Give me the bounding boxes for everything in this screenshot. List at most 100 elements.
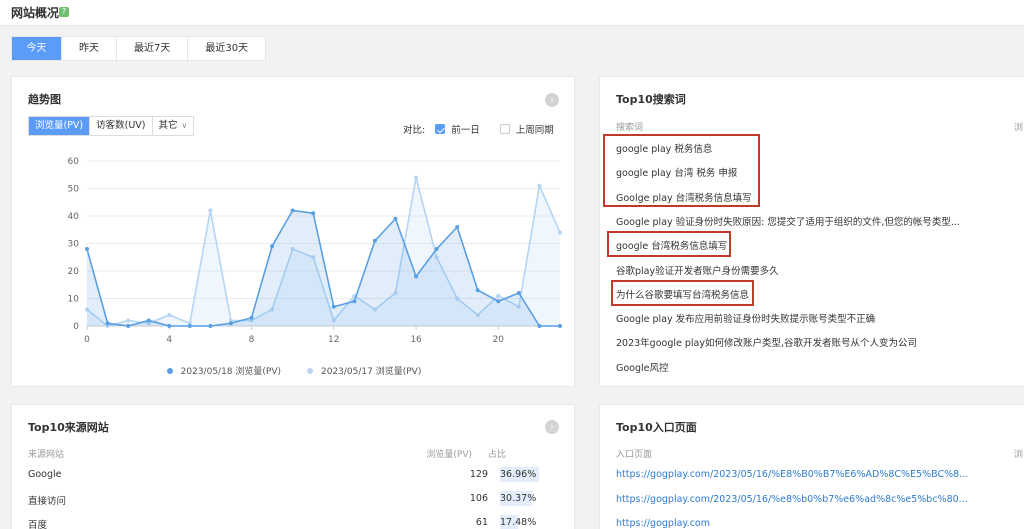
highlight-box	[607, 231, 731, 257]
data-point	[352, 299, 357, 304]
question-icon[interactable]: ?	[59, 7, 69, 17]
keyword-item[interactable]: 谷歌play验证开发者账户身份需要多久	[616, 263, 779, 277]
chevron-right-icon[interactable]: ›	[545, 420, 559, 434]
tab-yesterday[interactable]: 昨天	[62, 37, 117, 60]
data-point	[496, 293, 501, 298]
views-column-header: 浏	[1014, 123, 1024, 133]
table-row[interactable]: 百度 61 17.48%	[28, 515, 558, 529]
data-point	[331, 304, 336, 309]
landing-link[interactable]: https://gogplay.com/2023/05/16/%E8%B0%B7…	[616, 469, 968, 480]
data-point	[208, 324, 213, 328]
site-views: 106	[469, 493, 488, 504]
legend-item-today[interactable]: 2023/05/18 浏览量(PV)	[166, 364, 281, 377]
tab-last-7-days[interactable]: 最近7天	[117, 37, 189, 60]
legend-label-yesterday: 2023/05/17 浏览量(PV)	[321, 367, 422, 377]
legend-label-today: 2023/05/18 浏览量(PV)	[180, 367, 281, 377]
data-point	[475, 288, 480, 293]
highlight-box	[611, 280, 754, 306]
search-title: Top10搜索词	[616, 93, 686, 106]
date-range-tabs: 今天 昨天 最近7天 最近30天	[11, 36, 267, 61]
trend-card: 趋势图 › 浏览量(PV) 访客数(UV) 其它 ∨ 对比: 前一日 上周同期 0…	[11, 76, 575, 387]
data-point	[434, 247, 439, 251]
table-row[interactable]: 直接访问 106 30.37%	[28, 491, 558, 507]
data-point	[558, 324, 562, 328]
legend-item-yesterday[interactable]: 2023/05/17 浏览量(PV)	[307, 364, 421, 377]
page-column-header: 入口页面	[616, 450, 653, 460]
tab-today[interactable]: 今天	[12, 37, 62, 60]
y-tick-label: 0	[73, 322, 79, 332]
keyword-item[interactable]: 2023年google play如何修改账户类型,谷歌开发者账号从个人变为公司	[616, 335, 917, 349]
keyword-item[interactable]: Google play 发布应用前验证身份时失败提示账号类型不正确	[616, 311, 875, 325]
sources-title: Top10来源网站	[28, 421, 109, 434]
x-tick-label: 4	[166, 335, 172, 345]
keyword-item[interactable]: Google play 验证身份时失败原因: 您提交了适用于组织的文件,但您的帐…	[616, 214, 960, 228]
series-area	[87, 210, 560, 326]
data-point	[146, 318, 151, 323]
data-point	[372, 238, 377, 243]
tab-last-30-days[interactable]: 最近30天	[188, 37, 266, 60]
x-tick-label: 12	[328, 335, 339, 345]
legend-dot-yesterday	[307, 367, 313, 374]
x-tick-label: 0	[84, 335, 90, 345]
site-column-header: 来源网站	[28, 450, 65, 460]
ratio-value: 36.96%	[500, 469, 537, 480]
data-point	[537, 183, 542, 188]
x-tick-label: 16	[410, 335, 422, 345]
data-point	[516, 291, 521, 295]
data-point	[558, 230, 562, 235]
landing-link[interactable]: https://gogplay.com	[616, 518, 710, 529]
data-point	[105, 321, 110, 326]
page-title: 网站概况	[11, 6, 60, 20]
y-tick-label: 20	[68, 267, 80, 277]
highlight-box	[603, 134, 760, 207]
data-point	[126, 324, 131, 328]
source-sites-card: Top10来源网站 › 来源网站 浏览量(PV) 占比 Google 129 36.…	[11, 404, 575, 529]
ratio-cell: 36.96%	[500, 467, 539, 482]
chart-legend: 2023/05/18 浏览量(PV) 2023/05/17 浏览量(PV)	[12, 364, 574, 377]
data-point	[85, 247, 89, 251]
data-point	[414, 274, 419, 279]
ratio-value: 17.48%	[500, 517, 537, 528]
ratio-cell: 30.37%	[500, 491, 536, 506]
landing-title: Top10入口页面	[616, 421, 697, 434]
ratio-cell: 17.48%	[500, 515, 536, 529]
site-views: 129	[469, 469, 488, 480]
keyword-item[interactable]: Google风控	[616, 360, 669, 374]
data-point	[537, 324, 542, 328]
page-header: 网站概况 ?	[0, 0, 1024, 26]
data-point	[393, 216, 398, 221]
x-tick-label: 20	[493, 335, 505, 345]
site-name: 直接访问	[28, 496, 67, 507]
site-name: Google	[28, 469, 62, 480]
data-point	[187, 324, 192, 328]
site-views: 61	[475, 517, 488, 528]
data-point	[126, 318, 131, 323]
views-column-header: 浏	[1014, 450, 1024, 460]
views-column-header: 浏览量(PV)	[426, 450, 472, 460]
y-tick-label: 30	[68, 240, 80, 250]
data-point	[414, 175, 419, 180]
data-point	[496, 299, 501, 304]
legend-dot-today	[166, 367, 173, 374]
search-keywords-card: Top10搜索词 搜索词 浏 google play 税务信息 google pl…	[599, 76, 1024, 387]
y-tick-label: 10	[68, 295, 80, 305]
landing-link[interactable]: https://gogplay.com/2023/05/16/%e8%b0%b7…	[616, 494, 968, 505]
data-point	[167, 324, 172, 328]
trend-chart: 0 10 20 30 40 50 60 0 4 8 12 16 20	[68, 157, 562, 345]
ratio-value: 30.37%	[500, 493, 537, 504]
y-tick-label: 50	[68, 185, 80, 195]
data-point	[455, 225, 460, 229]
data-point	[208, 208, 213, 213]
data-point	[270, 244, 275, 249]
ratio-column-header: 占比	[488, 450, 507, 460]
y-tick-label: 40	[68, 212, 80, 222]
data-point	[249, 315, 254, 320]
landing-pages-card: Top10入口页面 入口页面 浏 https://gogplay.com/202…	[599, 404, 1024, 529]
keyword-column-header: 搜索词	[616, 123, 644, 133]
x-tick-label: 8	[249, 335, 255, 345]
data-point	[311, 211, 316, 216]
y-tick-label: 60	[68, 157, 80, 167]
site-name: 百度	[28, 520, 48, 529]
table-row[interactable]: Google 129 36.96%	[28, 467, 558, 483]
data-point	[228, 321, 233, 326]
